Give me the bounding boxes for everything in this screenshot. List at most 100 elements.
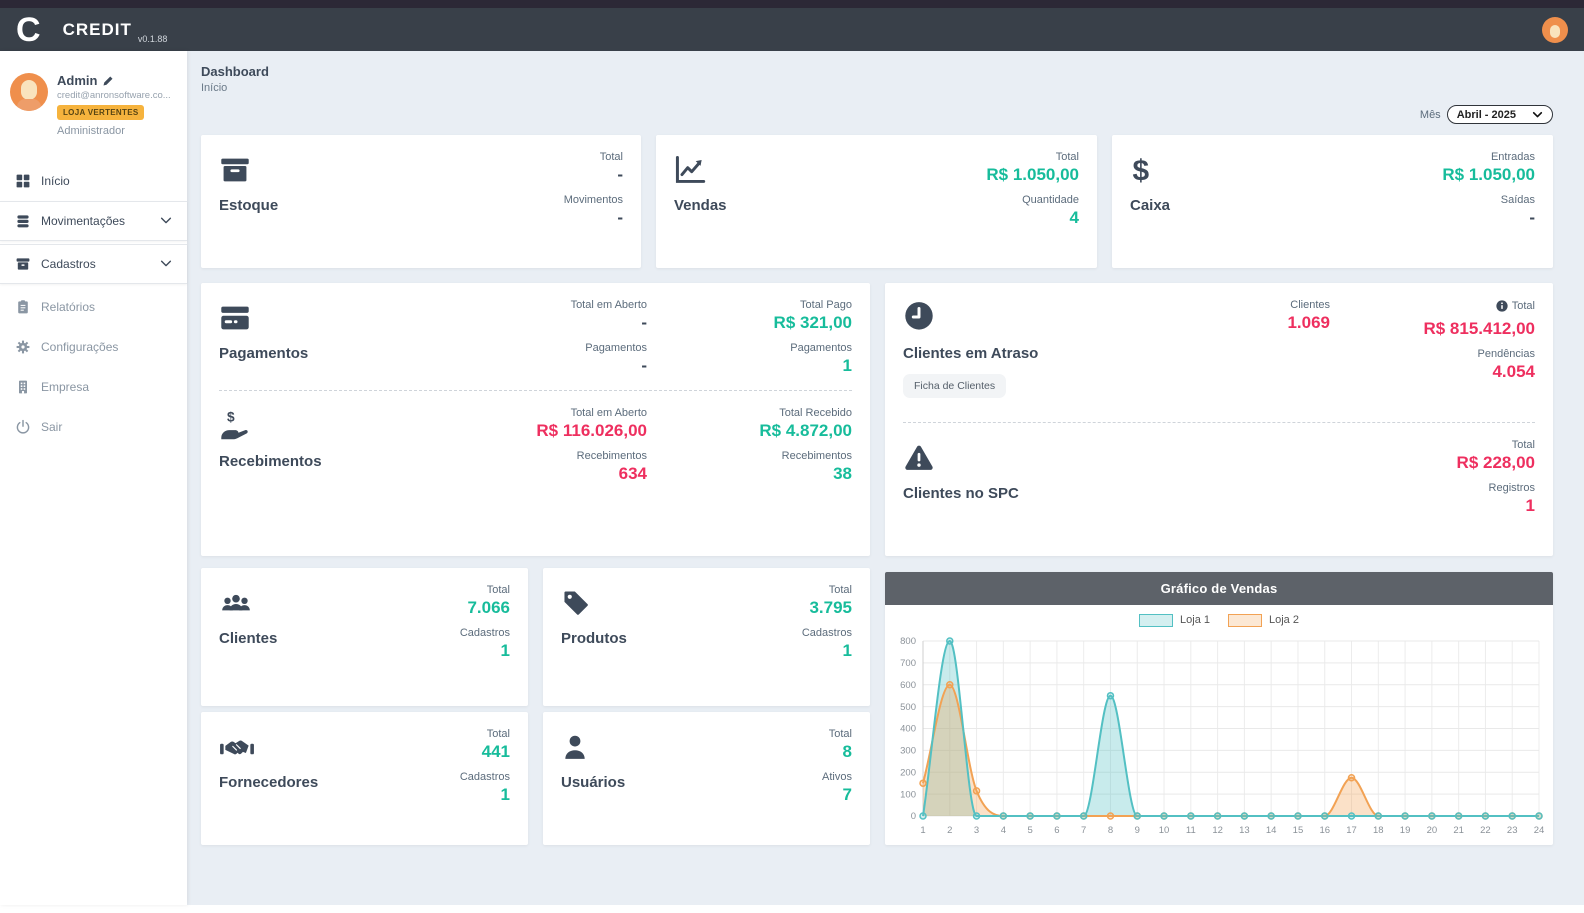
stat-value: 1	[802, 641, 852, 661]
user-name: Admin	[57, 73, 97, 88]
card-estoque: Estoque Total- Movimentos-	[201, 135, 641, 268]
card-clientes: Clientes Total7.066 Cadastros1	[201, 568, 528, 706]
page-title: Dashboard	[201, 64, 269, 79]
avatar-body	[17, 99, 41, 111]
card-title: Fornecedores	[219, 774, 318, 791]
svg-text:1: 1	[920, 825, 925, 836]
window-bottom-strip	[0, 905, 1584, 913]
stat-label: Total em Aberto	[442, 299, 647, 311]
svg-text:$: $	[1132, 155, 1149, 185]
svg-text:500: 500	[900, 702, 916, 713]
sidebar-item-label: Empresa	[41, 380, 89, 394]
edit-pencil-icon[interactable]	[102, 75, 114, 87]
legend-item[interactable]: Loja 2	[1228, 614, 1299, 627]
stat-label: Pagamentos	[647, 342, 852, 354]
stat-value: R$ 116.026,00	[442, 421, 647, 441]
stat-value: 38	[647, 464, 852, 484]
card-title: Clientes em Atraso	[903, 345, 1125, 362]
legend-swatch	[1228, 614, 1262, 627]
stat-label: Total	[460, 728, 510, 740]
stat-label: Cadastros	[460, 627, 510, 639]
sidebar-item-empresa[interactable]: Empresa	[0, 367, 187, 407]
svg-text:16: 16	[1319, 825, 1330, 836]
month-filter: Mês Abril - 2025	[1420, 105, 1553, 124]
sales-chart-card: Gráfico de Vendas Loja 1Loja 2 010020030…	[885, 572, 1553, 845]
dollar-icon: $	[1130, 151, 1170, 185]
svg-text:0: 0	[911, 811, 916, 822]
card-title: Vendas	[674, 197, 727, 214]
store-badge[interactable]: LOJA VERTENTES	[57, 105, 144, 120]
svg-text:300: 300	[900, 746, 916, 757]
svg-text:2: 2	[947, 825, 952, 836]
svg-text:3: 3	[974, 825, 979, 836]
sidebar-item-label: Relatórios	[41, 300, 95, 314]
navbar-user-avatar[interactable]	[1542, 17, 1568, 43]
card-produtos: Produtos Total3.795 Cadastros1	[543, 568, 870, 706]
ficha-de-clientes-button[interactable]: Ficha de Clientes	[903, 374, 1006, 398]
dashed-divider	[219, 390, 852, 391]
info-icon[interactable]	[1496, 300, 1508, 312]
stat-label: Total	[1330, 439, 1535, 451]
stat-label: Total Recebido	[647, 407, 852, 419]
svg-text:12: 12	[1212, 825, 1223, 836]
month-select[interactable]: Abril - 2025	[1447, 105, 1553, 124]
stat-value: -	[1442, 208, 1535, 228]
stat-value: 1	[647, 356, 852, 376]
month-filter-label: Mês	[1420, 109, 1441, 121]
stat-label: Total	[986, 151, 1079, 163]
navbar: C CREDIT v0.1.88	[0, 8, 1584, 51]
stat-label: Entradas	[1442, 151, 1535, 163]
stat-value: 4.054	[1330, 362, 1535, 382]
svg-text:20: 20	[1427, 825, 1438, 836]
sidebar-item-sair[interactable]: Sair	[0, 407, 187, 447]
stat-value: R$ 4.872,00	[647, 421, 852, 441]
sidebar-item-relatorios[interactable]: Relatórios	[0, 287, 187, 327]
brand-name: CREDIT	[63, 20, 132, 40]
svg-text:22: 22	[1480, 825, 1491, 836]
app-logo: C	[16, 13, 41, 47]
stat-label: Total	[460, 584, 510, 596]
chart-legend[interactable]: Loja 1 Loja 2	[885, 605, 1553, 635]
stat-label: Recebimentos	[442, 450, 647, 462]
sidebar-item-label: Início	[41, 174, 70, 188]
sidebar-item-label: Movimentações	[41, 214, 125, 228]
sidebar-item-inicio[interactable]: Início	[0, 161, 187, 201]
stat-label: Ativos	[822, 771, 852, 783]
svg-text:400: 400	[900, 724, 916, 735]
legend-swatch	[1139, 614, 1173, 627]
stat-label: Total	[564, 151, 623, 163]
stat-label: Registros	[1330, 482, 1535, 494]
card-title: Caixa	[1130, 197, 1170, 214]
sidebar-item-configuracoes[interactable]: Configurações	[0, 327, 187, 367]
window-top-strip	[0, 0, 1584, 8]
tag-icon	[561, 584, 627, 618]
avatar-person-icon	[1550, 25, 1560, 38]
stat-label: Saídas	[1442, 194, 1535, 206]
svg-text:21: 21	[1453, 825, 1464, 836]
stat-label: Pendências	[1330, 348, 1535, 360]
stat-value: R$ 1.050,00	[1442, 165, 1535, 185]
card-vendas: Vendas TotalR$ 1.050,00 Quantidade4	[656, 135, 1097, 268]
breadcrumb: Início	[201, 82, 227, 94]
svg-text:19: 19	[1400, 825, 1411, 836]
sales-chart[interactable]: 0100200300400500600700800123456789101112…	[885, 635, 1553, 840]
user-role: Administrador	[57, 125, 171, 137]
stat-label: Total	[1512, 300, 1535, 312]
sidebar-menu: Início Movimentações Cadastros Rel	[0, 161, 187, 447]
avatar-head	[21, 80, 37, 100]
sidebar-item-movimentacoes[interactable]: Movimentações	[0, 201, 187, 241]
stat-label: Total	[802, 584, 852, 596]
card-title: Pagamentos	[219, 345, 442, 362]
main-content: Dashboard Início Mês Abril - 2025 Estoqu…	[187, 51, 1584, 905]
sidebar-item-cadastros[interactable]: Cadastros	[0, 244, 187, 284]
user-icon	[561, 728, 625, 762]
svg-text:200: 200	[900, 767, 916, 778]
stat-value: 7.066	[460, 598, 510, 618]
grid-icon	[14, 173, 31, 190]
svg-text:14: 14	[1266, 825, 1277, 836]
svg-text:10: 10	[1159, 825, 1170, 836]
stat-value: 1	[460, 641, 510, 661]
stat-value: -	[442, 313, 647, 333]
legend-item[interactable]: Loja 1	[1139, 614, 1210, 627]
svg-text:6: 6	[1054, 825, 1059, 836]
